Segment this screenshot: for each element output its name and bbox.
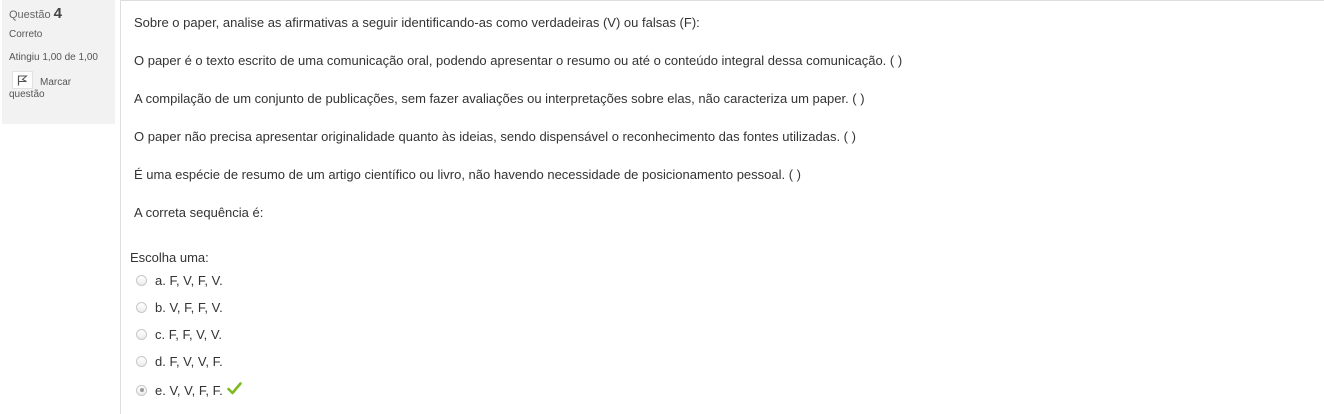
radio-option-c[interactable] bbox=[136, 328, 147, 340]
flag-label-line2[interactable]: questão bbox=[9, 89, 45, 101]
question-label: Questão bbox=[9, 9, 51, 21]
statement-3: O paper não precisa apresentar originali… bbox=[134, 129, 856, 144]
answer-option-d[interactable]: d. F, V, V, F. bbox=[136, 352, 223, 370]
statement-1: O paper é o texto escrito de uma comunic… bbox=[134, 53, 903, 68]
radio-option-d[interactable] bbox=[136, 355, 147, 367]
flag-question-button[interactable]: Marcar questão bbox=[9, 71, 115, 104]
option-a-label[interactable]: a. F, V, F, V. bbox=[155, 273, 223, 288]
question-closing: A correta sequência é: bbox=[134, 205, 264, 220]
question-grade: Atingiu 1,00 de 1,00 bbox=[9, 52, 98, 63]
option-b-label[interactable]: b. V, F, F, V. bbox=[155, 300, 223, 315]
question-state: Correto bbox=[9, 29, 43, 40]
answer-prompt: Escolha uma: bbox=[130, 250, 209, 265]
question-info-panel: Questão 4 Correto Atingiu 1,00 de 1,00 M… bbox=[2, 0, 115, 124]
statement-2: A compilação de um conjunto de publicaçõ… bbox=[134, 91, 865, 106]
quiz-question: Questão 4 Correto Atingiu 1,00 de 1,00 M… bbox=[0, 0, 1324, 414]
flag-icon[interactable] bbox=[12, 71, 33, 89]
question-number: Questão 4 bbox=[9, 6, 115, 23]
radio-option-a[interactable] bbox=[136, 274, 147, 286]
answer-option-e[interactable]: e. V, V, F, F. bbox=[136, 381, 242, 399]
answer-option-a[interactable]: a. F, V, F, V. bbox=[136, 271, 223, 289]
answer-option-b[interactable]: b. V, F, F, V. bbox=[136, 298, 223, 316]
statement-4: É uma espécie de resumo de um artigo cie… bbox=[134, 167, 801, 182]
option-e-label[interactable]: e. V, V, F, F. bbox=[155, 383, 223, 398]
answer-option-c[interactable]: c. F, F, V, V. bbox=[136, 325, 222, 343]
option-c-label[interactable]: c. F, F, V, V. bbox=[155, 327, 222, 342]
flag-label-line1[interactable]: Marcar bbox=[40, 77, 71, 89]
option-d-label[interactable]: d. F, V, V, F. bbox=[155, 354, 223, 369]
question-content: Sobre o paper, analise as afirmativas a … bbox=[120, 0, 1324, 414]
checkmark-icon bbox=[226, 382, 242, 398]
question-intro: Sobre o paper, analise as afirmativas a … bbox=[134, 15, 700, 30]
question-number-value: 4 bbox=[53, 5, 62, 22]
radio-option-e[interactable] bbox=[136, 384, 147, 396]
radio-option-b[interactable] bbox=[136, 301, 147, 313]
